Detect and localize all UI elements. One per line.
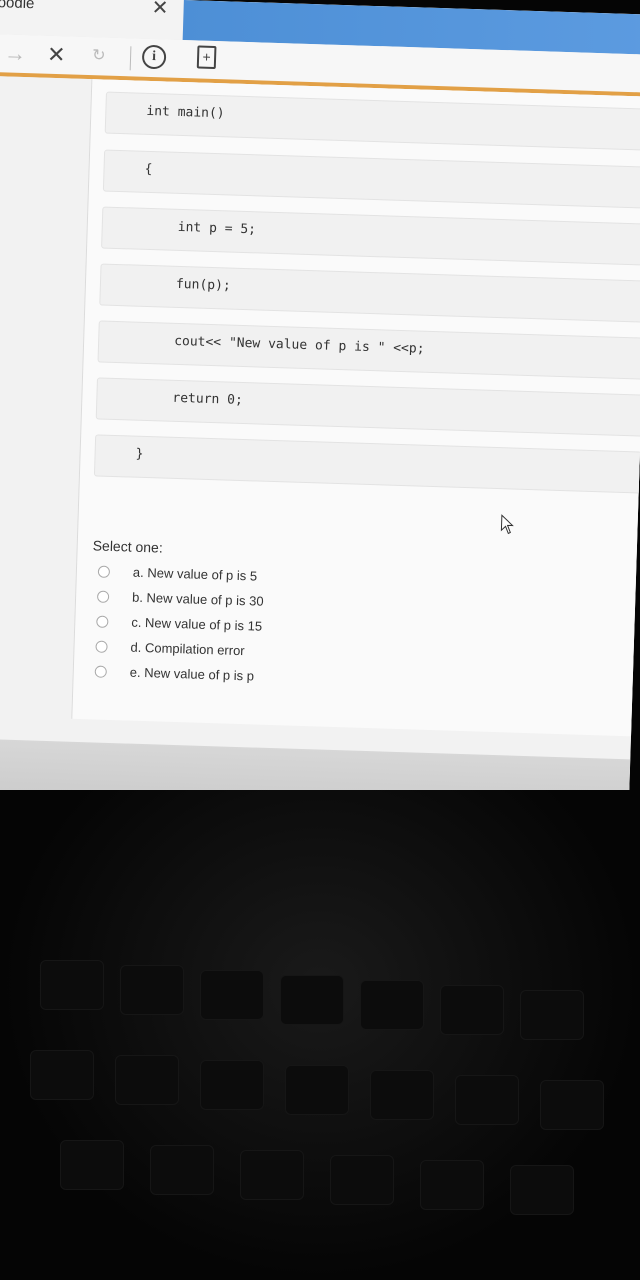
keyboard-key <box>330 1155 394 1205</box>
keyboard-key <box>40 960 104 1010</box>
keyboard-key <box>540 1080 604 1130</box>
keyboard-key <box>150 1145 214 1195</box>
photo-scene: oodle ✕ → ✕ ↻ i + int main() { int p = 5… <box>0 0 640 1280</box>
keyboard-key <box>30 1050 94 1100</box>
reload-icon[interactable]: ↻ <box>92 43 106 69</box>
code-text: cout<< "New value of p is " <<p; <box>173 333 425 357</box>
keyboard-key <box>280 975 344 1025</box>
keyboard-key <box>285 1065 349 1115</box>
keyboard-key <box>370 1070 434 1120</box>
browser-tab[interactable]: oodle ✕ <box>0 0 184 40</box>
code-text: } <box>135 446 144 462</box>
keyboard-key <box>200 970 264 1020</box>
keyboard-key <box>360 980 424 1030</box>
mouse-cursor-icon <box>500 514 514 535</box>
keyboard-key <box>420 1160 484 1210</box>
keyboard-key <box>200 1060 264 1110</box>
stop-icon[interactable]: ✕ <box>47 42 66 69</box>
keyboard-key <box>455 1075 519 1125</box>
tab-title: oodle <box>0 0 35 13</box>
code-text: return 0; <box>172 390 244 409</box>
code-text: { <box>144 161 153 178</box>
info-icon[interactable]: i <box>141 44 167 70</box>
monitor-screen: oodle ✕ → ✕ ↻ i + int main() { int p = 5… <box>0 0 640 830</box>
code-text: int main() <box>146 103 225 122</box>
code-text: fun(p); <box>175 276 231 294</box>
keyboard-key <box>510 1165 574 1215</box>
keyboard-key <box>440 985 504 1035</box>
tab-close-icon[interactable]: ✕ <box>151 0 168 19</box>
toolbar-divider <box>129 46 132 71</box>
laptop-keyboard-area <box>0 790 640 1280</box>
keyboard-key <box>520 990 584 1040</box>
page-icon[interactable]: + <box>196 45 217 70</box>
keyboard-key <box>240 1150 304 1200</box>
keyboard-key <box>60 1140 124 1190</box>
select-one-label: Select one: <box>92 537 164 556</box>
page-content: int main() { int p = 5; fun(p); cout<< "… <box>0 75 640 830</box>
forward-icon[interactable]: → <box>4 40 27 67</box>
keyboard-key <box>115 1055 179 1105</box>
keyboard-key <box>120 965 184 1015</box>
code-text: int p = 5; <box>177 219 257 238</box>
